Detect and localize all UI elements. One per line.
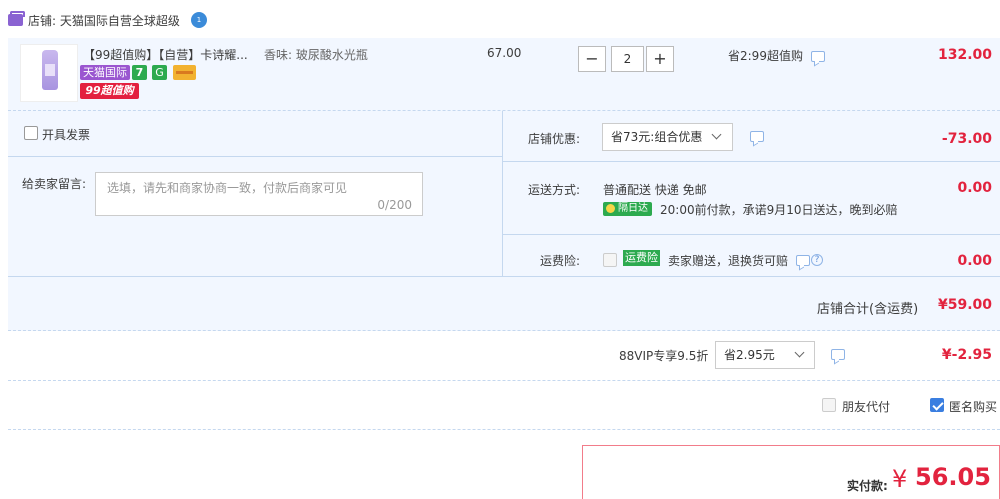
payment-amount: 56.05 (915, 463, 991, 491)
shipping-method: 普通配送 快递 免邮 (603, 183, 707, 197)
product-image (42, 50, 58, 90)
message-label: 给卖家留言: (22, 177, 87, 191)
insurance-text: 卖家赠送，退换货可赔 (668, 254, 789, 268)
shop-total-amount: ¥59.00 (937, 297, 992, 313)
invoice-checkbox[interactable] (24, 126, 38, 140)
friend-pay-label[interactable]: 朋友代付 (842, 398, 890, 415)
item-subtotal: 132.00 (937, 47, 992, 63)
guarantee-icon: G (152, 65, 167, 80)
chevron-down-icon (711, 129, 722, 140)
shop-header: 店铺: 天猫国际自营全球超级 1 (0, 0, 1000, 38)
shop-icon (8, 11, 25, 26)
chat-icon[interactable] (750, 131, 764, 142)
chevron-down-icon (794, 347, 805, 358)
product-title[interactable]: 【99超值购】【自营】卡诗耀... (83, 46, 248, 63)
discount-label: 店铺优惠: (528, 132, 581, 146)
insurance-amount: 0.00 (957, 253, 992, 269)
chat-icon[interactable] (796, 255, 810, 266)
payment-currency: ¥ (892, 465, 908, 493)
quantity-input[interactable]: 2 (611, 46, 644, 72)
order-extras-panel: 开具发票 给卖家留言: 选填，请先和商家协商一致，付款后商家可见 0/200 店… (8, 111, 1000, 331)
shop-total-label: 店铺合计(含运费) (817, 302, 919, 317)
product-thumbnail[interactable] (20, 44, 78, 102)
item-saving: 省2:99超值购 (728, 49, 803, 63)
quantity-decrease-button[interactable]: − (578, 46, 606, 72)
divider (503, 234, 1000, 235)
insurance-checkbox (603, 253, 617, 267)
vip-label: 88VIP专享9.5折 (619, 349, 709, 363)
shipping-amount: 0.00 (957, 180, 992, 196)
invoice-label[interactable]: 开具发票 (42, 126, 90, 143)
shop-level-badge: 1 (191, 12, 207, 28)
anonymous-checkbox[interactable] (930, 398, 944, 412)
help-icon[interactable]: ? (811, 254, 823, 266)
product-sku: 香味: 玻尿酸水光瓶 (264, 48, 368, 62)
discount-amount: -73.00 (941, 131, 992, 147)
anonymous-label[interactable]: 匿名购买 (949, 398, 997, 415)
divider (8, 276, 1000, 277)
seller-message-input[interactable]: 选填，请先和商家协商一致，付款后商家可见 0/200 (95, 172, 423, 216)
shop-name[interactable]: 店铺: 天猫国际自营全球超级 (28, 12, 180, 29)
promo-99-tag: 99超值购 (80, 83, 139, 99)
cart-item-row: 【99超值购】【自营】卡诗耀... 香味: 玻尿酸水光瓶 天猫国际 7 G 99… (8, 38, 1000, 111)
shipping-label: 运送方式: (528, 183, 581, 197)
message-char-count: 0/200 (377, 198, 412, 212)
chat-icon[interactable] (831, 349, 845, 360)
delivery-promise: 20:00前付款，承诺9月10日送达，晚到必赔 (660, 203, 898, 217)
insurance-label: 运费险: (540, 254, 581, 268)
chat-icon[interactable] (811, 51, 825, 62)
purchase-options-row: 朋友代付 匿名购买 (8, 381, 1000, 430)
vip-select[interactable]: 省2.95元 (715, 341, 815, 369)
divider (503, 161, 1000, 162)
vip-amount: ¥-2.95 (941, 347, 992, 363)
seven-day-return-tag: 7 (132, 65, 147, 80)
vip-select-value: 省2.95元 (724, 348, 775, 362)
next-day-badge: 隔日达 (603, 202, 652, 216)
payment-summary-box: 实付款: ¥ 56.05 (582, 445, 1000, 499)
vip-discount-row: 88VIP专享9.5折 省2.95元 ¥-2.95 (8, 331, 1000, 381)
discount-select[interactable]: 省73元:组合优惠 (602, 123, 733, 151)
divider (502, 111, 503, 276)
message-placeholder: 选填，请先和商家协商一致，付款后商家可见 (107, 181, 348, 195)
tmall-global-tag: 天猫国际 (80, 65, 130, 80)
divider (8, 156, 502, 157)
insurance-tag: 运费险 (623, 250, 660, 266)
payment-label: 实付款: (847, 479, 888, 493)
quantity-increase-button[interactable]: + (646, 46, 674, 72)
unit-price: 67.00 (487, 46, 522, 60)
credit-card-icon (173, 65, 196, 80)
friend-pay-checkbox[interactable] (822, 398, 836, 412)
discount-select-value: 省73元:组合优惠 (611, 130, 703, 144)
